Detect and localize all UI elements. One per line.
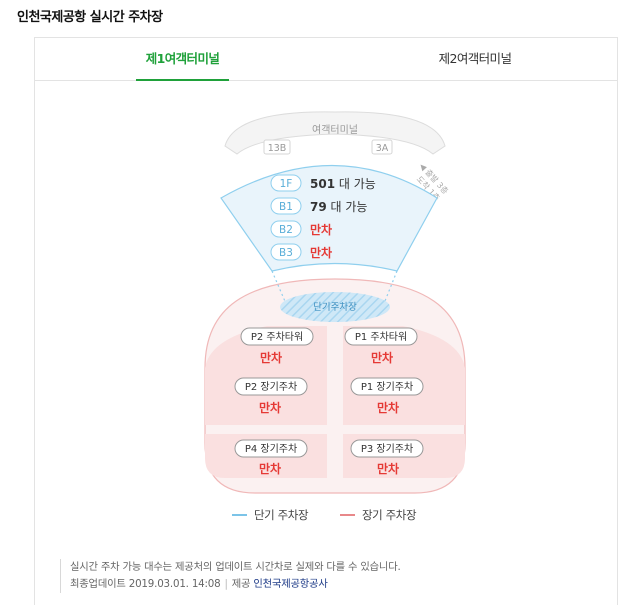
floor-1f-badge: 1F bbox=[280, 178, 293, 190]
legend-short-term-label: 단기 주차장 bbox=[254, 508, 309, 522]
floor-row-b1: B1 79 대 가능 bbox=[270, 197, 367, 215]
floor-1f-status: 501 대 가능 bbox=[310, 177, 376, 191]
floor-b1-status: 79 대 가능 bbox=[310, 200, 367, 214]
floor-b3-badge: B3 bbox=[279, 247, 293, 259]
gate-13b-label: 13B bbox=[268, 143, 287, 154]
legend-short-term: 단기 주차장 bbox=[232, 507, 309, 523]
short-term-lot-label: 단기주차장 bbox=[313, 301, 357, 313]
lot-p4-long-status: 만차 bbox=[259, 461, 281, 476]
last-updated: 최종업데이트 2019.03.01. 14:08 bbox=[70, 578, 221, 590]
update-line: 최종업데이트 2019.03.01. 14:08 | 제공 인천국제공항공사 bbox=[70, 576, 401, 593]
parking-map: 여객터미널 13B 3A ◀ 출발 3층 도착 1층 단기주차장 1F 501 … bbox=[204, 111, 466, 494]
terminal-label: 여객터미널 bbox=[312, 124, 358, 136]
page-title: 인천국제공항 실시간 주차장 bbox=[17, 10, 163, 25]
lot-p2-tower-status: 만차 bbox=[260, 350, 282, 365]
floor-b2-badge: B2 bbox=[279, 224, 293, 236]
legend-long-term: 장기 주차장 bbox=[340, 507, 417, 523]
parking-card: 제1여객터미널 제2여객터미널 여객터미널 13B 3A ◀ 출발 3층 도착 … bbox=[34, 37, 618, 605]
lot-p4-long-name: P4 장기주차 bbox=[245, 443, 297, 455]
provider-label: 제공 bbox=[231, 578, 251, 590]
floor-b1-badge: B1 bbox=[279, 201, 293, 213]
lot-p1-long-name: P1 장기주차 bbox=[361, 381, 413, 393]
provider-link[interactable]: 인천국제공항공사 bbox=[253, 578, 327, 590]
lot-p2-tower-name: P2 주차타워 bbox=[251, 330, 303, 343]
lot-p1-long-status: 만차 bbox=[377, 400, 399, 415]
gate-3a-label: 3A bbox=[376, 143, 389, 154]
floor-b2-status: 만차 bbox=[310, 222, 332, 237]
lot-p3-long-status: 만차 bbox=[377, 461, 399, 476]
lot-p2-long-status: 만차 bbox=[259, 400, 281, 415]
floor-row-1f: 1F 501 대 가능 bbox=[270, 174, 376, 192]
lot-p1-tower-name: P1 주차타워 bbox=[355, 330, 407, 343]
lot-p2-long-name: P2 장기주차 bbox=[245, 381, 297, 393]
long-term-swatch bbox=[340, 514, 355, 516]
separator: | bbox=[224, 578, 229, 590]
short-term-swatch bbox=[232, 514, 247, 516]
legend-long-term-label: 장기 주차장 bbox=[362, 508, 417, 522]
disclaimer-text: 실시간 주차 가능 대수는 제공처의 업데이트 시간차로 실제와 다를 수 있습… bbox=[70, 561, 401, 573]
notes: 실시간 주차 가능 대수는 제공처의 업데이트 시간차로 실제와 다를 수 있습… bbox=[60, 559, 401, 593]
lot-p1-tower-status: 만차 bbox=[371, 350, 393, 365]
lot-p3-long-name: P3 장기주차 bbox=[361, 443, 413, 455]
floor-b3-status: 만차 bbox=[310, 245, 332, 260]
